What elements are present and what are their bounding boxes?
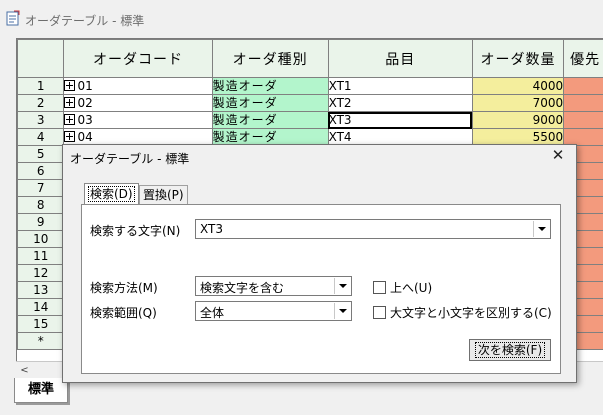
cell-order-qty[interactable]: 9000 [471, 111, 565, 129]
search-text-label: 検索する文字(N) [90, 224, 181, 238]
row-header[interactable]: 2 [17, 94, 65, 112]
cell-order-code[interactable]: 03 [63, 111, 213, 129]
match-case-checkbox[interactable] [373, 306, 386, 319]
table-row[interactable]: 1 01 製造オーダ XT1 4000 [17, 77, 603, 95]
header-order-qty[interactable]: オーダ数量 [471, 39, 565, 78]
search-range-value: 全体 [200, 306, 225, 320]
order-code-text: 04 [77, 130, 93, 144]
cell-order-qty[interactable]: 4000 [471, 77, 565, 95]
cell-order-kind[interactable]: 製造オーダ [211, 94, 329, 112]
chevron-down-icon[interactable] [334, 278, 350, 294]
table-row[interactable]: 3 03 製造オーダ XT3 9000 [17, 111, 603, 129]
row-header[interactable]: 15 [17, 315, 65, 333]
header-order-code[interactable]: オーダコード [63, 39, 213, 78]
match-case-label[interactable]: 大文字と小文字を区別する(C) [390, 304, 552, 321]
new-row-header[interactable]: * [17, 332, 65, 350]
header-priority[interactable]: 優先 [563, 39, 603, 78]
scroll-left-icon[interactable]: < [16, 362, 33, 379]
search-range-select[interactable]: 全体 [195, 301, 352, 321]
expand-icon[interactable] [64, 80, 76, 91]
sheet-tab-standard[interactable]: 標準 [14, 378, 68, 403]
window-title: オーダテーブル - 標準 [25, 14, 145, 28]
expand-icon[interactable] [64, 97, 76, 108]
table-row[interactable]: 4 04 製造オーダ XT4 5500 [17, 128, 603, 146]
cell-priority[interactable] [563, 94, 603, 112]
row-header[interactable]: 8 [17, 196, 65, 214]
cell-item-selected[interactable]: XT3 [327, 111, 473, 129]
cell-order-qty[interactable]: 5500 [471, 128, 565, 146]
cell-item[interactable]: XT1 [327, 77, 473, 95]
search-range-label: 検索範囲(Q) [90, 306, 157, 320]
row-header[interactable]: 13 [17, 281, 65, 299]
window-titlebar: オーダテーブル - 標準 [0, 0, 603, 36]
order-code-text: 01 [77, 79, 93, 93]
tab-replace[interactable]: 置換(P) [139, 185, 188, 204]
search-method-label: 検索方法(M) [90, 281, 158, 295]
close-icon[interactable]: ✕ [550, 147, 566, 163]
chevron-down-icon[interactable] [334, 303, 350, 319]
row-header[interactable]: 9 [17, 213, 65, 231]
row-header[interactable]: 6 [17, 162, 65, 180]
row-header[interactable]: 14 [17, 298, 65, 316]
find-next-button[interactable]: 次を検索(F) [469, 339, 551, 361]
row-header[interactable]: 11 [17, 247, 65, 265]
cell-priority[interactable] [563, 128, 603, 146]
cell-item[interactable]: XT4 [327, 128, 473, 146]
row-header[interactable]: 7 [17, 179, 65, 197]
header-item[interactable]: 品目 [327, 39, 473, 78]
row-header[interactable]: 3 [17, 111, 65, 129]
cell-order-code[interactable]: 04 [63, 128, 213, 146]
cell-priority[interactable] [563, 77, 603, 95]
app-icon [6, 10, 20, 26]
order-code-text: 02 [77, 96, 93, 110]
search-text-value: XT3 [200, 222, 223, 236]
row-header[interactable]: 10 [17, 230, 65, 248]
cell-order-qty[interactable]: 7000 [471, 94, 565, 112]
find-next-label: 次を検索(F) [474, 342, 546, 358]
search-up-checkbox[interactable] [373, 281, 386, 294]
grid-corner[interactable] [17, 39, 65, 78]
expand-icon[interactable] [64, 131, 76, 142]
search-text-combobox[interactable]: XT3 [195, 219, 551, 239]
order-code-text: 03 [77, 113, 93, 127]
expand-icon[interactable] [64, 114, 76, 125]
row-header[interactable]: 1 [17, 77, 65, 95]
chevron-down-icon[interactable] [533, 221, 549, 237]
row-header[interactable]: 12 [17, 264, 65, 282]
row-header[interactable]: 5 [17, 145, 65, 163]
cell-order-kind[interactable]: 製造オーダ [211, 128, 329, 146]
row-header[interactable]: 4 [17, 128, 65, 146]
cell-item[interactable]: XT2 [327, 94, 473, 112]
table-row[interactable]: 2 02 製造オーダ XT2 7000 [17, 94, 603, 112]
cell-order-kind[interactable]: 製造オーダ [211, 77, 329, 95]
cell-order-code[interactable]: 02 [63, 94, 213, 112]
header-row: オーダコード オーダ種別 品目 オーダ数量 優先 [17, 39, 603, 78]
search-up-label[interactable]: 上へ(U) [390, 279, 432, 296]
header-order-kind[interactable]: オーダ種別 [211, 39, 329, 78]
cell-priority[interactable] [563, 111, 603, 129]
search-method-value: 検索文字を含む [200, 281, 285, 295]
cell-order-kind[interactable]: 製造オーダ [211, 111, 329, 129]
tab-search[interactable]: 検索(D) [84, 183, 139, 206]
dialog-title: オーダテーブル - 標準 [70, 152, 190, 166]
cell-order-code[interactable]: 01 [63, 77, 213, 95]
tab-search-label: 検索(D) [88, 186, 135, 202]
find-dialog: オーダテーブル - 標準 ✕ 検索(D) 置換(P) 検索する文字(N) XT3… [62, 144, 577, 383]
search-method-select[interactable]: 検索文字を含む [195, 276, 352, 296]
search-panel: 検索する文字(N) XT3 検索方法(M) 検索文字を含む 検索範囲(Q) 全体… [81, 204, 561, 374]
